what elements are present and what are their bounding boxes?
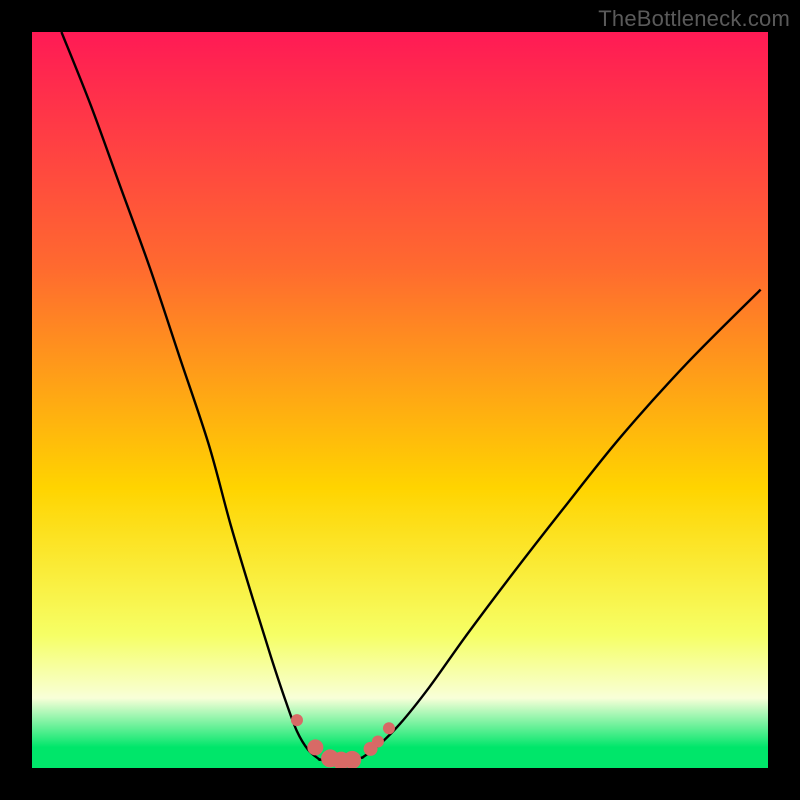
plot-area xyxy=(32,32,768,768)
gradient-background xyxy=(32,32,768,768)
watermark-text: TheBottleneck.com xyxy=(598,6,790,32)
bottleneck-chart xyxy=(32,32,768,768)
valley-marker xyxy=(383,722,395,734)
outer-frame: TheBottleneck.com xyxy=(0,0,800,800)
valley-marker xyxy=(307,739,323,755)
valley-marker xyxy=(372,736,384,748)
valley-marker xyxy=(291,714,303,726)
